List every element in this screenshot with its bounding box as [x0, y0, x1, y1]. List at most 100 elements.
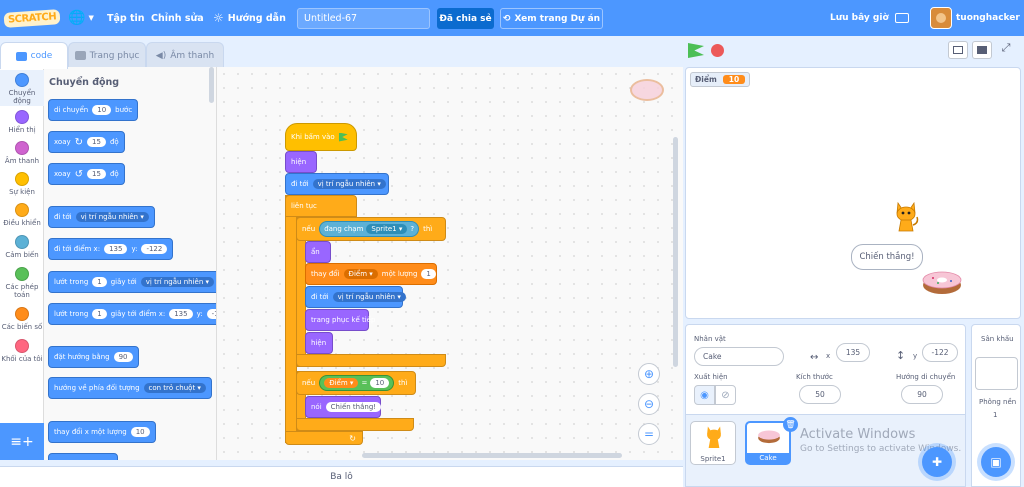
sprite-size-input[interactable]: 50 [799, 385, 841, 404]
save-now-link[interactable]: Lưu bây giờ [830, 0, 889, 36]
code-vertical-scrollbar[interactable] [673, 137, 678, 367]
block-point-in-direction[interactable]: đặt hướng bằng 90 [48, 346, 139, 368]
block-if-equals[interactable]: nếuĐiểm=10thì [296, 371, 416, 395]
my-stuff-folder-icon[interactable] [895, 0, 913, 36]
seconds-input[interactable]: 1 [92, 277, 107, 287]
block-say[interactable]: nói Chiến thắng! [305, 396, 382, 418]
direction-input[interactable]: 90 [113, 352, 133, 362]
variable-dropdown[interactable]: Điểm [343, 269, 378, 279]
seconds-input[interactable]: 1 [92, 309, 107, 319]
category-control[interactable]: Điều khiển [0, 203, 44, 227]
choose-backdrop-button[interactable]: ▣ [981, 447, 1011, 477]
equals-input[interactable]: 10 [370, 378, 390, 388]
sprite-y-input[interactable]: -122 [922, 343, 958, 362]
code-area[interactable]: Khi bấm vào hiện đi tới vị trí ngẫu nhiên… [217, 67, 683, 460]
user-menu[interactable]: tuonghacker▼ [956, 0, 1024, 36]
vertical-arrows-icon: ↕ [896, 349, 906, 362]
category-operators[interactable]: Các phép toán [0, 267, 44, 299]
x-input[interactable]: 135 [169, 309, 193, 319]
edit-menu[interactable]: Chỉnh sửa [151, 0, 204, 36]
backdrop-thumbnail[interactable] [975, 357, 1018, 390]
goto-dropdown[interactable]: vị trí ngẫu nhiên [75, 212, 149, 222]
goto-dropdown[interactable]: vị trí ngẫu nhiên [312, 179, 386, 189]
block-go-to[interactable]: đi tới vị trí ngẫu nhiên [285, 173, 389, 195]
sprite-direction-input[interactable]: 90 [901, 385, 943, 404]
backpack[interactable]: Ba lô [0, 466, 683, 487]
variable-reporter[interactable]: Điểm [324, 378, 359, 388]
cake-sprite[interactable] [921, 270, 963, 295]
say-input[interactable]: Chiến thắng! [325, 402, 382, 412]
scratch-logo[interactable]: SCRATCH [3, 0, 61, 36]
block-go-to-xy[interactable]: đi tới điểm x: 135 y: -122 [48, 238, 174, 260]
y-input[interactable]: -122 [141, 244, 168, 254]
sprite-name-input[interactable]: Cake [694, 347, 784, 366]
block-go-to[interactable]: đi tới vị trí ngẫu nhiên [305, 286, 406, 308]
block-change-x[interactable]: thay đổi x một lượng 10 [48, 421, 156, 443]
equals-condition[interactable]: Điểm=10 [319, 375, 395, 391]
stop-icon[interactable] [711, 44, 724, 57]
palette-scrollbar[interactable] [209, 67, 214, 103]
cat-sprite[interactable] [893, 201, 919, 235]
block-partial[interactable] [48, 453, 118, 460]
category-looks[interactable]: Hiển thị [0, 110, 44, 134]
block-show[interactable]: hiện [305, 332, 333, 354]
category-motion[interactable]: Chuyển động [0, 70, 44, 106]
show-sprite-button[interactable]: ◉ [694, 385, 715, 405]
block-next-costume[interactable]: trang phục kế tiếp [305, 309, 375, 331]
block-go-to[interactable]: đi tới vị trí ngẫu nhiên [48, 206, 155, 228]
file-menu[interactable]: Tập tin [107, 0, 145, 36]
block-change-variable[interactable]: thay đổiĐiểmmột lượng1 [305, 263, 437, 285]
glide-dropdown[interactable]: vị trí ngẫu nhiên [140, 277, 215, 287]
category-events[interactable]: Sự kiện [0, 172, 44, 196]
degrees-input[interactable]: 15 [87, 137, 106, 147]
block-when-flag-clicked[interactable]: Khi bấm vào [285, 123, 357, 151]
see-project-button[interactable]: ⟲ Xem trang Dự án [500, 8, 603, 29]
change-x-input[interactable]: 10 [130, 427, 150, 437]
touching-condition[interactable]: đang chạmSprite1? [319, 221, 420, 237]
block-turn-right[interactable]: xoay ↻ 15 độ [48, 131, 125, 153]
block-forever[interactable]: liên tục [285, 195, 357, 217]
fullscreen-button[interactable]: ⤢ [996, 41, 1016, 59]
towards-dropdown[interactable]: con trỏ chuột [143, 383, 206, 393]
zoom-reset-button[interactable]: = [638, 423, 660, 445]
steps-input[interactable]: 10 [92, 105, 112, 115]
tab-code[interactable]: code [0, 42, 68, 69]
language-menu[interactable]: 🌐 ▼ [68, 0, 100, 36]
delete-sprite-button[interactable]: 🗑 [783, 417, 798, 432]
large-stage-button[interactable] [972, 41, 992, 59]
stage-canvas[interactable]: Điểm 10 Chiến thắng! [685, 67, 1021, 319]
sprite-x-input[interactable]: 135 [836, 343, 870, 362]
touching-dropdown[interactable]: Sprite1 [366, 224, 408, 234]
add-extension-button[interactable]: ≡+ [0, 423, 44, 460]
avatar[interactable] [930, 7, 952, 29]
zoom-out-button[interactable]: ⊖ [638, 393, 660, 415]
category-variables[interactable]: Các biến số [0, 307, 44, 331]
share-button[interactable]: Đã chia sẻ [437, 8, 494, 29]
project-title-input[interactable]: Untitled-67 [297, 8, 430, 29]
x-input[interactable]: 135 [104, 244, 128, 254]
category-my-blocks[interactable]: Khối của tôi [0, 339, 44, 363]
block-turn-left[interactable]: xoay ↺ 15 độ [48, 163, 125, 185]
block-move-steps[interactable]: di chuyển 10 bước [48, 99, 139, 121]
tab-sounds[interactable]: ◀) Âm thanh [146, 42, 224, 68]
change-by-input[interactable]: 1 [421, 269, 436, 279]
choose-sprite-button[interactable]: ✚ [922, 447, 952, 477]
tutorials-menu[interactable]: ☼ Hướng dẫn [213, 0, 286, 36]
y-input[interactable]: -12 [206, 309, 216, 319]
small-stage-button[interactable] [948, 41, 968, 59]
zoom-in-button[interactable]: ⊕ [638, 363, 660, 385]
category-sound[interactable]: Âm thanh [0, 141, 44, 165]
hide-sprite-button[interactable]: ⊘ [715, 385, 736, 405]
block-hide[interactable]: ẩn [305, 241, 331, 263]
block-point-towards[interactable]: hướng về phía đối tượng con trỏ chuột [48, 377, 212, 399]
block-glide-to-xy[interactable]: lướt trong1giây tới điểm x:135y:-12 [48, 303, 216, 325]
block-show[interactable]: hiện [285, 151, 317, 173]
category-sensing[interactable]: Cảm biến [0, 235, 44, 259]
code-horizontal-scrollbar[interactable] [362, 453, 622, 458]
tab-costumes[interactable]: Trang phục [68, 42, 146, 68]
sprite-thumb-sprite1[interactable]: Sprite1 [690, 421, 736, 465]
block-if-touching[interactable]: nếuđang chạmSprite1?thì [296, 217, 446, 241]
block-glide-to[interactable]: lướt trong 1 giây tới vị trí ngẫu nhiên [48, 271, 216, 293]
degrees-input[interactable]: 15 [87, 169, 106, 179]
goto-dropdown[interactable]: vị trí ngẫu nhiên [332, 292, 406, 302]
